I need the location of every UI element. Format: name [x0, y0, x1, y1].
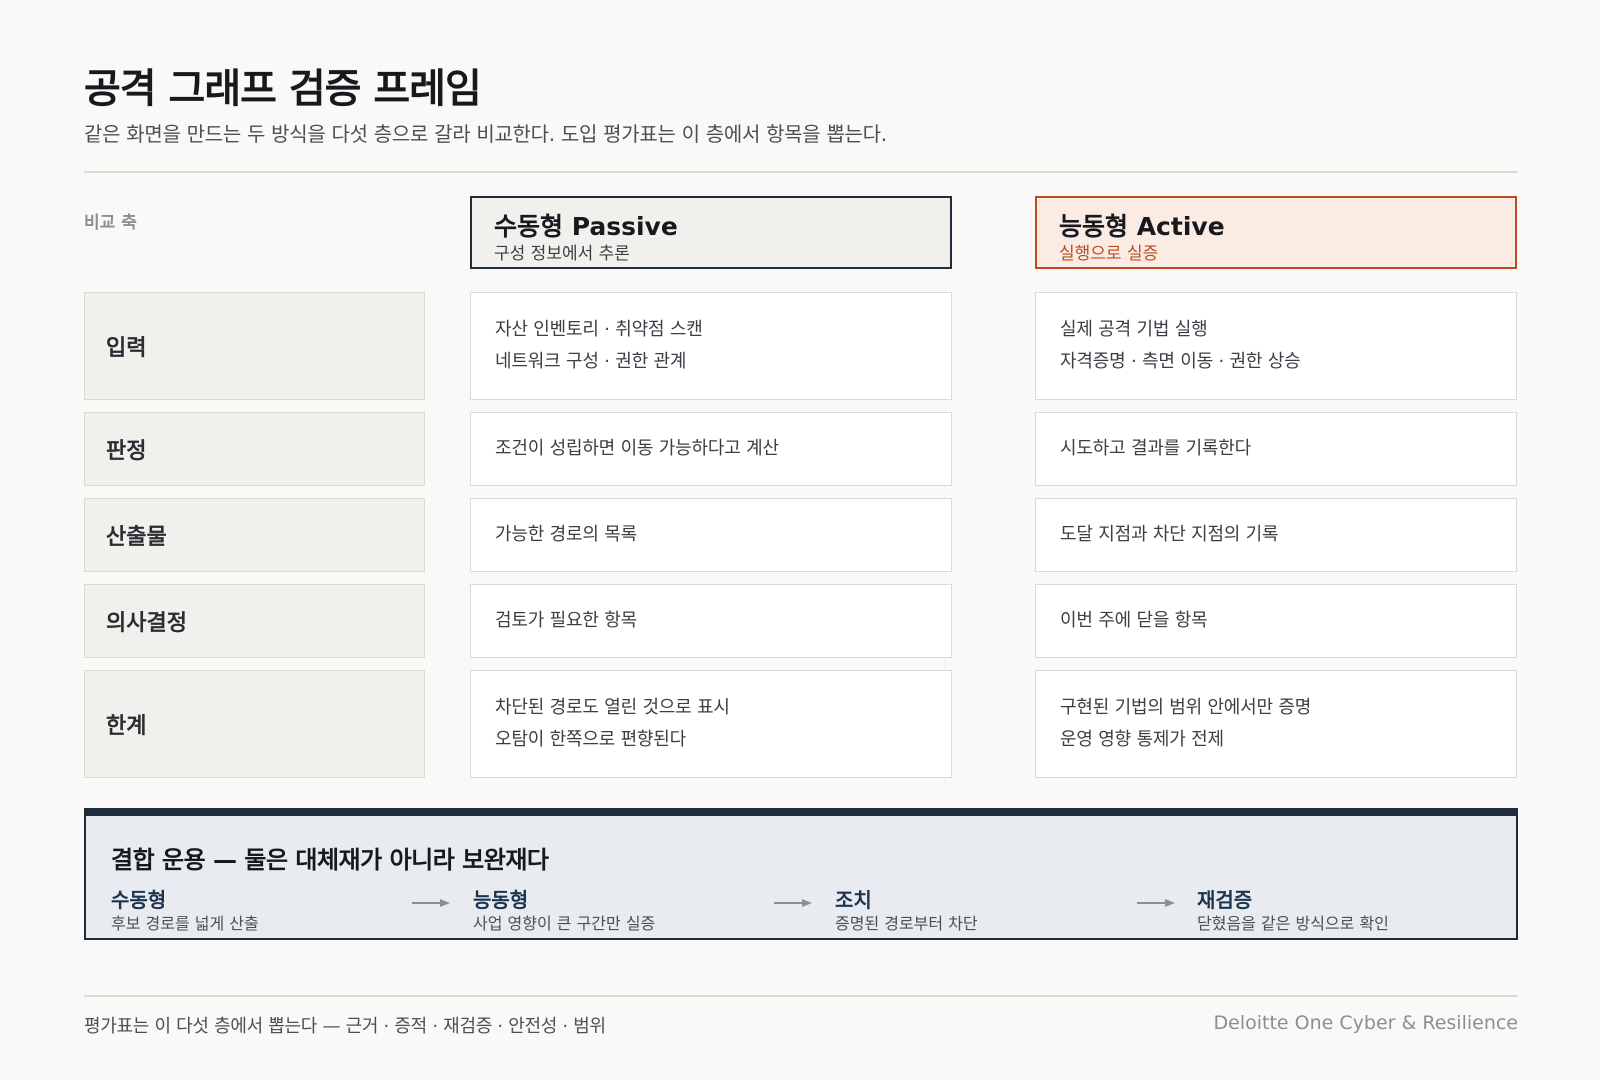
passive-title: 수동형 Passive	[494, 212, 678, 241]
passive-cell-decision: 검토가 필요한 항목	[470, 584, 952, 658]
cell-line: 이번 주에 닫을 항목	[1060, 610, 1208, 631]
flow-step-desc: 사업 영향이 큰 구간만 실증	[473, 914, 656, 933]
active-subtitle: 실행으로 실증	[1059, 244, 1159, 264]
framework-page: 공격 그래프 검증 프레임 같은 화면을 만드는 두 방식을 다섯 층으로 갈라…	[84, 0, 1518, 1080]
flow-step-desc: 닫혔음을 같은 방식으로 확인	[1197, 914, 1389, 933]
cell-line: 자산 인벤토리 · 취약점 스캔	[495, 319, 703, 340]
cell-line: 차단된 경로도 열린 것으로 표시	[495, 697, 730, 718]
active-cell-judgment: 시도하고 결과를 기록한다	[1035, 412, 1517, 486]
flow-step-desc: 후보 경로를 넓게 산출	[111, 914, 259, 933]
active-title: 능동형 Active	[1059, 212, 1225, 241]
active-cell-output: 도달 지점과 차단 지점의 기록	[1035, 498, 1517, 572]
flow-step-active: 능동형 사업 영향이 큰 구간만 실증	[473, 888, 655, 936]
flow-step-name: 조치	[835, 888, 872, 912]
passive-cell-input: 자산 인벤토리 · 취약점 스캔 네트워크 구성 · 권한 관계	[470, 292, 952, 400]
header-divider	[84, 171, 1518, 173]
row-label-limits: 한계	[84, 670, 425, 778]
active-cell-limits: 구현된 기법의 범위 안에서만 증명 운영 영향 통제가 전제	[1035, 670, 1517, 778]
flow-step-reverification: 재검증 닫혔음을 같은 방식으로 확인	[1197, 888, 1389, 936]
arrow-right-icon	[774, 899, 812, 907]
flow-step-passive: 수동형 후보 경로를 넓게 산출	[111, 888, 259, 936]
passive-cell-limits: 차단된 경로도 열린 것으로 표시 오탐이 한쪽으로 편향된다	[470, 670, 952, 778]
row-label-judgment: 판정	[84, 412, 425, 486]
flow-step-remediation: 조치 증명된 경로부터 차단	[835, 888, 978, 936]
active-cell-decision: 이번 주에 닫을 항목	[1035, 584, 1517, 658]
cell-line: 조건이 성립하면 이동 가능하다고 계산	[495, 438, 779, 459]
active-cell-input: 실제 공격 기법 실행 자격증명 · 측면 이동 · 권한 상승	[1035, 292, 1517, 400]
cell-line: 오탐이 한쪽으로 편향된다	[495, 729, 687, 750]
footer-divider	[84, 995, 1518, 997]
combined-operation-panel: 결합 운용 — 둘은 대체재가 아니라 보완재다 수동형 후보 경로를 넓게 산…	[84, 808, 1518, 940]
page-title: 공격 그래프 검증 프레임	[84, 66, 482, 112]
flow-step-name: 재검증	[1197, 888, 1253, 912]
active-column-header: 능동형 Active 실행으로 실증	[1035, 196, 1517, 269]
arrow-right-icon	[412, 899, 450, 907]
row-label-input: 입력	[84, 292, 425, 400]
arrow-right-icon	[1137, 899, 1175, 907]
footer-brand: Deloitte One Cyber & Resilience	[1213, 1012, 1518, 1034]
cell-line: 자격증명 · 측면 이동 · 권한 상승	[1060, 351, 1301, 372]
passive-column-header: 수동형 Passive 구성 정보에서 추론	[470, 196, 952, 269]
footer-note: 평가표는 이 다섯 층에서 뽑는다 — 근거 · 증적 · 재검증 · 안전성 …	[84, 1016, 606, 1037]
cell-line: 도달 지점과 차단 지점의 기록	[1060, 524, 1279, 545]
cell-line: 네트워크 구성 · 권한 관계	[495, 351, 687, 372]
flow-step-desc: 증명된 경로부터 차단	[835, 914, 978, 933]
page-subtitle: 같은 화면을 만드는 두 방식을 다섯 층으로 갈라 비교한다. 도입 평가표는…	[84, 122, 887, 146]
cell-line: 검토가 필요한 항목	[495, 610, 637, 631]
cell-line: 구현된 기법의 범위 안에서만 증명	[1060, 697, 1312, 718]
flow-step-name: 수동형	[111, 888, 167, 912]
cell-line: 운영 영향 통제가 전제	[1060, 729, 1224, 750]
flow-step-name: 능동형	[473, 888, 529, 912]
row-label-decision: 의사결정	[84, 584, 425, 658]
cell-line: 가능한 경로의 목록	[495, 524, 637, 545]
row-label-output: 산출물	[84, 498, 425, 572]
combined-title: 결합 운용 — 둘은 대체재가 아니라 보완재다	[111, 846, 549, 874]
cell-line: 실제 공격 기법 실행	[1060, 319, 1208, 340]
passive-cell-output: 가능한 경로의 목록	[470, 498, 952, 572]
passive-cell-judgment: 조건이 성립하면 이동 가능하다고 계산	[470, 412, 952, 486]
axis-label: 비교 축	[84, 213, 137, 233]
cell-line: 시도하고 결과를 기록한다	[1060, 438, 1252, 459]
passive-subtitle: 구성 정보에서 추론	[494, 244, 630, 264]
